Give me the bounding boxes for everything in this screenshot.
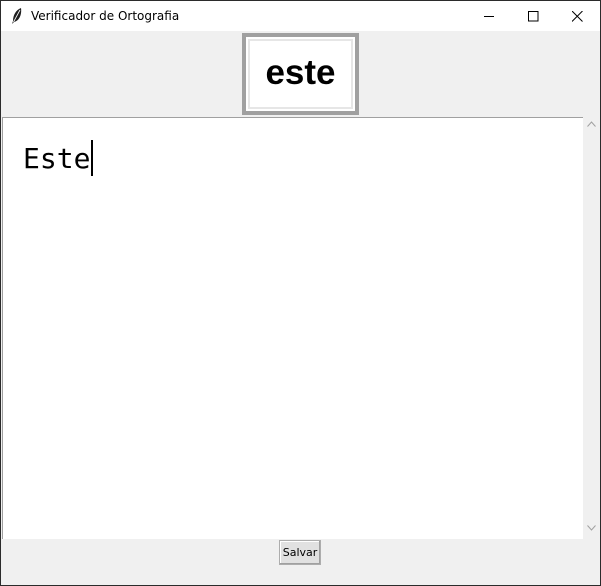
maximize-icon bbox=[527, 10, 539, 22]
scroll-up-arrow-icon[interactable] bbox=[583, 121, 600, 133]
close-button[interactable] bbox=[554, 1, 600, 31]
text-caret bbox=[91, 140, 94, 176]
current-word-label: este bbox=[265, 53, 336, 92]
editor-content: Este bbox=[23, 142, 91, 175]
scroll-down-arrow-icon[interactable] bbox=[583, 525, 600, 537]
minimize-icon bbox=[483, 11, 495, 22]
vertical-scrollbar[interactable] bbox=[583, 117, 600, 539]
save-button[interactable]: Salvar bbox=[279, 540, 321, 565]
window-title: Verificador de Ortografia bbox=[31, 9, 180, 23]
feather-icon bbox=[10, 7, 24, 25]
close-icon bbox=[571, 10, 583, 22]
editor-text-line: Este bbox=[23, 140, 94, 176]
maximize-button[interactable] bbox=[510, 1, 556, 31]
title-bar[interactable]: Verificador de Ortografia bbox=[1, 1, 600, 31]
text-editor[interactable]: Este bbox=[2, 117, 583, 539]
app-window: Verificador de Ortografia este Este Salv… bbox=[0, 0, 601, 586]
current-word-display: este bbox=[242, 33, 359, 115]
minimize-button[interactable] bbox=[466, 1, 512, 31]
